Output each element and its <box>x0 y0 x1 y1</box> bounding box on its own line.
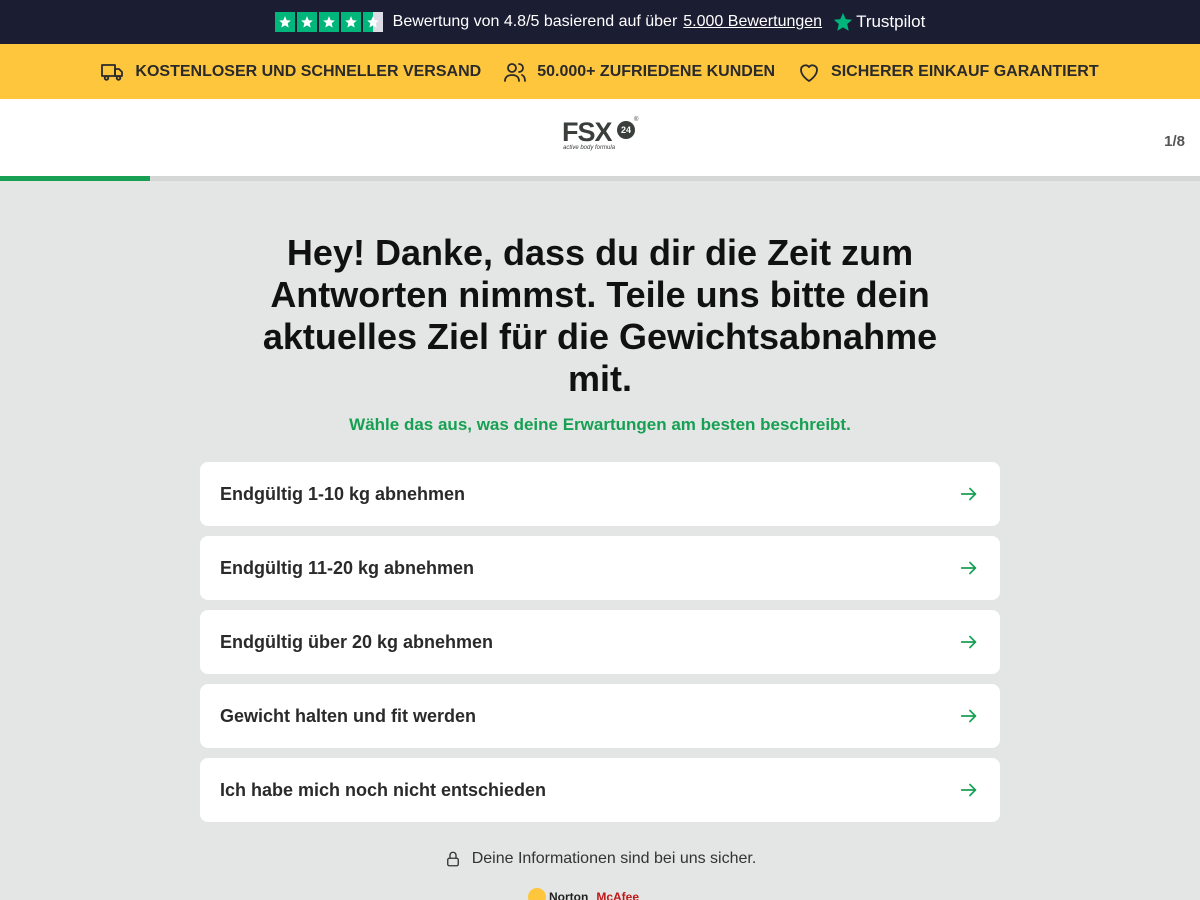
arrow-right-icon <box>960 635 977 649</box>
benefit-secure: SICHERER EINKAUF GARANTIERT <box>797 60 1099 84</box>
logo-main: FSX <box>562 117 613 147</box>
step-counter: 1/8 <box>1164 133 1185 150</box>
mcafee-logo: McAfee <box>596 890 640 900</box>
secure-note: Deine Informationen sind bei uns sicher. <box>0 850 1200 868</box>
trustpilot-star-icon <box>833 12 853 31</box>
truck-icon <box>101 63 124 81</box>
benefit-label: SICHERER EINKAUF GARANTIERT <box>831 62 1099 80</box>
rating-stars <box>274 12 383 32</box>
logo-tagline: active body formula <box>563 145 616 151</box>
answer-option[interactable]: Gewicht halten und fit werden <box>200 684 1000 748</box>
header: FSX 24 ® active body formula 1/8 <box>0 99 1200 176</box>
answer-option[interactable]: Endgültig 1-10 kg abnehmen <box>200 462 1000 526</box>
trustpilot-logo[interactable]: Trustpilot <box>832 11 925 33</box>
users-icon <box>504 62 527 82</box>
answer-option[interactable]: Ich habe mich noch nicht entschieden <box>200 758 1000 822</box>
arrow-right-icon <box>960 561 977 575</box>
rating-text: Bewertung von 4.8/5 basierend auf über <box>392 13 678 30</box>
question-subtitle: Wähle das aus, was deine Erwartungen am … <box>349 415 851 434</box>
norton-logo: Norton <box>528 888 588 900</box>
benefit-bar: KOSTENLOSER UND SCHNELLER VERSAND 50.000… <box>0 44 1200 99</box>
heart-icon <box>800 63 818 82</box>
option-label: Endgültig 1-10 kg abnehmen <box>220 483 466 504</box>
trust-logos: Norton McAfee <box>528 888 639 900</box>
norton-label: Norton <box>549 890 589 900</box>
benefit-label: KOSTENLOSER UND SCHNELLER VERSAND <box>135 62 482 80</box>
arrow-right-icon <box>960 709 977 723</box>
progress-bar <box>0 176 1200 181</box>
answer-options: Endgültig 1-10 kg abnehmen Endgültig 11-… <box>200 462 1000 832</box>
half-star-icon <box>362 12 383 32</box>
question-title: Hey! Danke, dass du dir die Zeit zum Ant… <box>262 232 938 399</box>
star-icon <box>340 12 361 32</box>
option-label: Endgültig 11-20 kg abnehmen <box>220 557 475 578</box>
reviews-link[interactable]: 5.000 Bewertungen <box>683 13 822 31</box>
fsx24-logo[interactable]: FSX 24 ® active body formula <box>562 117 642 157</box>
arrow-right-icon <box>960 783 977 797</box>
option-label: Gewicht halten und fit werden <box>220 705 477 726</box>
lock-icon <box>446 851 459 867</box>
norton-check-icon <box>528 888 546 900</box>
star-icon <box>296 12 317 32</box>
arrow-right-icon <box>960 487 977 501</box>
logo-badge: 24 <box>617 121 635 139</box>
logo-registered: ® <box>634 117 639 123</box>
star-icon <box>274 12 295 32</box>
benefit-customers: 50.000+ ZUFRIEDENE KUNDEN <box>503 60 775 84</box>
trustpilot-rating-bar: Bewertung von 4.8/5 basierend auf über 5… <box>0 0 1200 44</box>
trustpilot-label: Trustpilot <box>856 12 926 31</box>
secure-note-text: Deine Informationen sind bei uns sicher. <box>471 850 757 867</box>
benefit-shipping: KOSTENLOSER UND SCHNELLER VERSAND <box>101 60 481 84</box>
star-icon <box>318 12 339 32</box>
progress-fill <box>0 176 150 181</box>
benefit-label: 50.000+ ZUFRIEDENE KUNDEN <box>537 62 776 80</box>
answer-option[interactable]: Endgültig über 20 kg abnehmen <box>200 610 1000 674</box>
option-label: Ich habe mich noch nicht entschieden <box>220 779 547 800</box>
option-label: Endgültig über 20 kg abnehmen <box>220 631 494 652</box>
answer-option[interactable]: Endgültig 11-20 kg abnehmen <box>200 536 1000 600</box>
